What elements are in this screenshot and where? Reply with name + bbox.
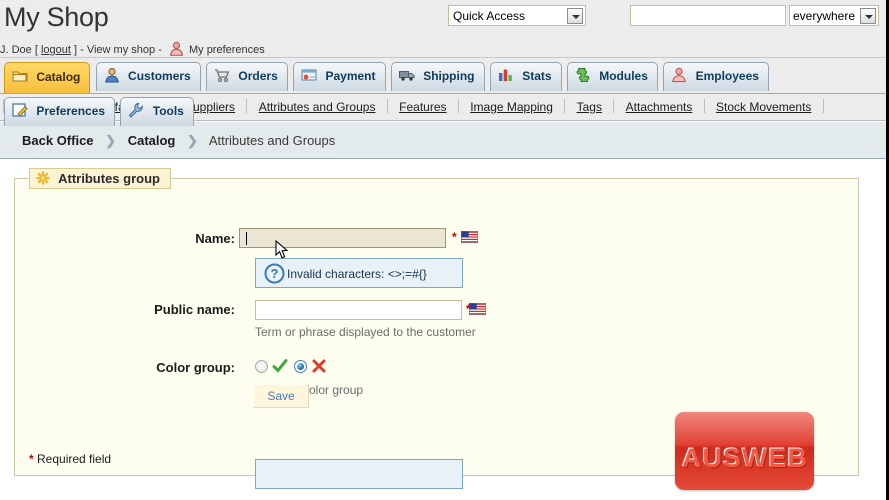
cart-icon	[214, 66, 230, 83]
employee-icon	[671, 66, 687, 83]
breadcrumb-bar: Back Office ❯ Catalog ❯ Attributes and G…	[0, 121, 886, 159]
question-mark-icon: ?	[264, 263, 285, 284]
us-flag-icon	[460, 230, 479, 244]
divider	[246, 99, 248, 113]
tab-customers[interactable]: Customers	[95, 62, 201, 91]
breadcrumb: Back Office ❯ Catalog ❯ Attributes and G…	[0, 122, 886, 149]
quick-access-dropdown[interactable]: Quick Access	[448, 5, 586, 26]
ausweb-watermark: AUSWEB	[675, 412, 814, 490]
tab-label: Orders	[238, 69, 278, 83]
tab-label: Payment	[325, 69, 376, 83]
name-label: Name:	[195, 231, 235, 246]
puzzle-icon	[575, 66, 591, 82]
search-scope-label: everywhere	[793, 9, 856, 23]
payment-icon	[301, 66, 317, 82]
subnav-item-image-mapping[interactable]: Image Mapping	[463, 94, 560, 120]
subnav-item-tags[interactable]: Tags	[570, 94, 609, 120]
validation-tooltip	[255, 459, 463, 489]
chart-icon	[498, 66, 514, 82]
logout-link[interactable]: logout	[41, 44, 71, 56]
tab-shipping[interactable]: Shipping	[390, 62, 485, 91]
chevron-down-icon[interactable]	[860, 8, 876, 24]
divider	[703, 99, 705, 113]
main-tabbar: Catalog Customers Orders Payment Shippin…	[0, 58, 886, 126]
chevron-right-icon: ❯	[105, 133, 117, 148]
subnav-item-attributes-and-groups[interactable]: Attributes and Groups	[252, 94, 383, 120]
tab-tools[interactable]: Tools	[120, 97, 194, 126]
color-group-radio-no[interactable]	[294, 360, 307, 373]
divider	[386, 99, 388, 113]
watermark-gloss	[675, 412, 814, 447]
text-caret	[246, 232, 247, 245]
name-error-text: Invalid characters: <>;=#{}	[287, 267, 427, 281]
divider	[457, 99, 459, 113]
breadcrumb-item-catalog[interactable]: Catalog	[128, 133, 176, 148]
tab-stats[interactable]: Stats	[489, 62, 562, 91]
page-header: My Shop J. Doe [ logout ] - View my shop…	[0, 0, 886, 58]
tab-label: Stats	[522, 69, 552, 83]
tab-orders[interactable]: Orders	[206, 62, 288, 91]
mouse-cursor	[275, 239, 289, 260]
tab-label: Preferences	[36, 104, 106, 118]
search-scope-dropdown[interactable]: everywhere	[789, 5, 879, 26]
svg-text:?: ?	[271, 266, 279, 281]
name-input[interactable]	[239, 228, 446, 248]
color-group-radio-yes[interactable]	[255, 360, 268, 373]
public-name-hint: Term or phrase displayed to the customer	[255, 325, 476, 339]
tab-catalog[interactable]: Catalog	[4, 62, 91, 93]
tab-modules[interactable]: Modules	[566, 62, 658, 91]
divider	[613, 99, 615, 113]
tab-payment[interactable]: Payment	[293, 62, 386, 91]
name-error-tooltip: ? Invalid characters: <>;=#{}	[255, 258, 463, 288]
watermark-text: AUSWEB	[682, 443, 808, 473]
tab-label: Customers	[128, 69, 191, 83]
wrench-icon	[128, 101, 144, 118]
save-button[interactable]: Save	[253, 384, 309, 408]
divider	[564, 99, 566, 113]
truck-icon	[398, 66, 415, 82]
folder-icon	[12, 66, 28, 82]
subnav-item-stock-movements[interactable]: Stock Movements	[709, 94, 818, 120]
chevron-right-icon: ❯	[187, 133, 198, 148]
admin-page: My Shop J. Doe [ logout ] - View my shop…	[0, 0, 889, 500]
tab-label: Employees	[695, 69, 759, 83]
shop-title: My Shop	[4, 2, 109, 32]
tab-preferences[interactable]: Preferences	[4, 97, 116, 126]
user-info-line: J. Doe [ logout ] - View my shop - My pr…	[0, 41, 265, 59]
us-flag-icon	[468, 302, 487, 316]
search-input[interactable]	[630, 5, 786, 26]
attributes-group-form: Name: * ? Invalid characters: <>;=#{} Pu…	[15, 179, 858, 489]
tab-employees[interactable]: Employees	[663, 62, 769, 91]
quick-access-label: Quick Access	[453, 9, 526, 23]
customer-icon	[104, 66, 120, 83]
user-name-prefix: J. Doe [	[0, 44, 38, 56]
edit-icon	[12, 101, 28, 117]
subnav-item-features[interactable]: Features	[392, 94, 453, 120]
required-field-note: * Required field	[29, 452, 111, 466]
tab-label: Catalog	[36, 70, 81, 84]
required-field-text: Required field	[33, 452, 112, 466]
breadcrumb-item-back-office[interactable]: Back Office	[22, 133, 94, 148]
chevron-down-icon[interactable]	[567, 8, 583, 24]
green-check-icon	[272, 358, 288, 377]
subnav-item-attachments[interactable]: Attachments	[619, 94, 700, 120]
required-marker: *	[452, 230, 457, 244]
user-line-middle: ] - View my shop -	[74, 44, 165, 56]
tab-label: Tools	[152, 104, 184, 118]
user-icon	[169, 41, 184, 59]
divider	[822, 99, 824, 113]
tab-label: Modules	[599, 69, 648, 83]
breadcrumb-item-current: Attributes and Groups	[208, 133, 336, 148]
red-cross-icon	[311, 358, 327, 377]
public-name-input[interactable]	[255, 300, 462, 320]
color-group-label: Color group:	[156, 360, 235, 375]
my-preferences-link[interactable]: My preferences	[189, 44, 265, 56]
tab-label: Shipping	[423, 69, 475, 83]
public-name-label: Public name:	[154, 302, 235, 317]
